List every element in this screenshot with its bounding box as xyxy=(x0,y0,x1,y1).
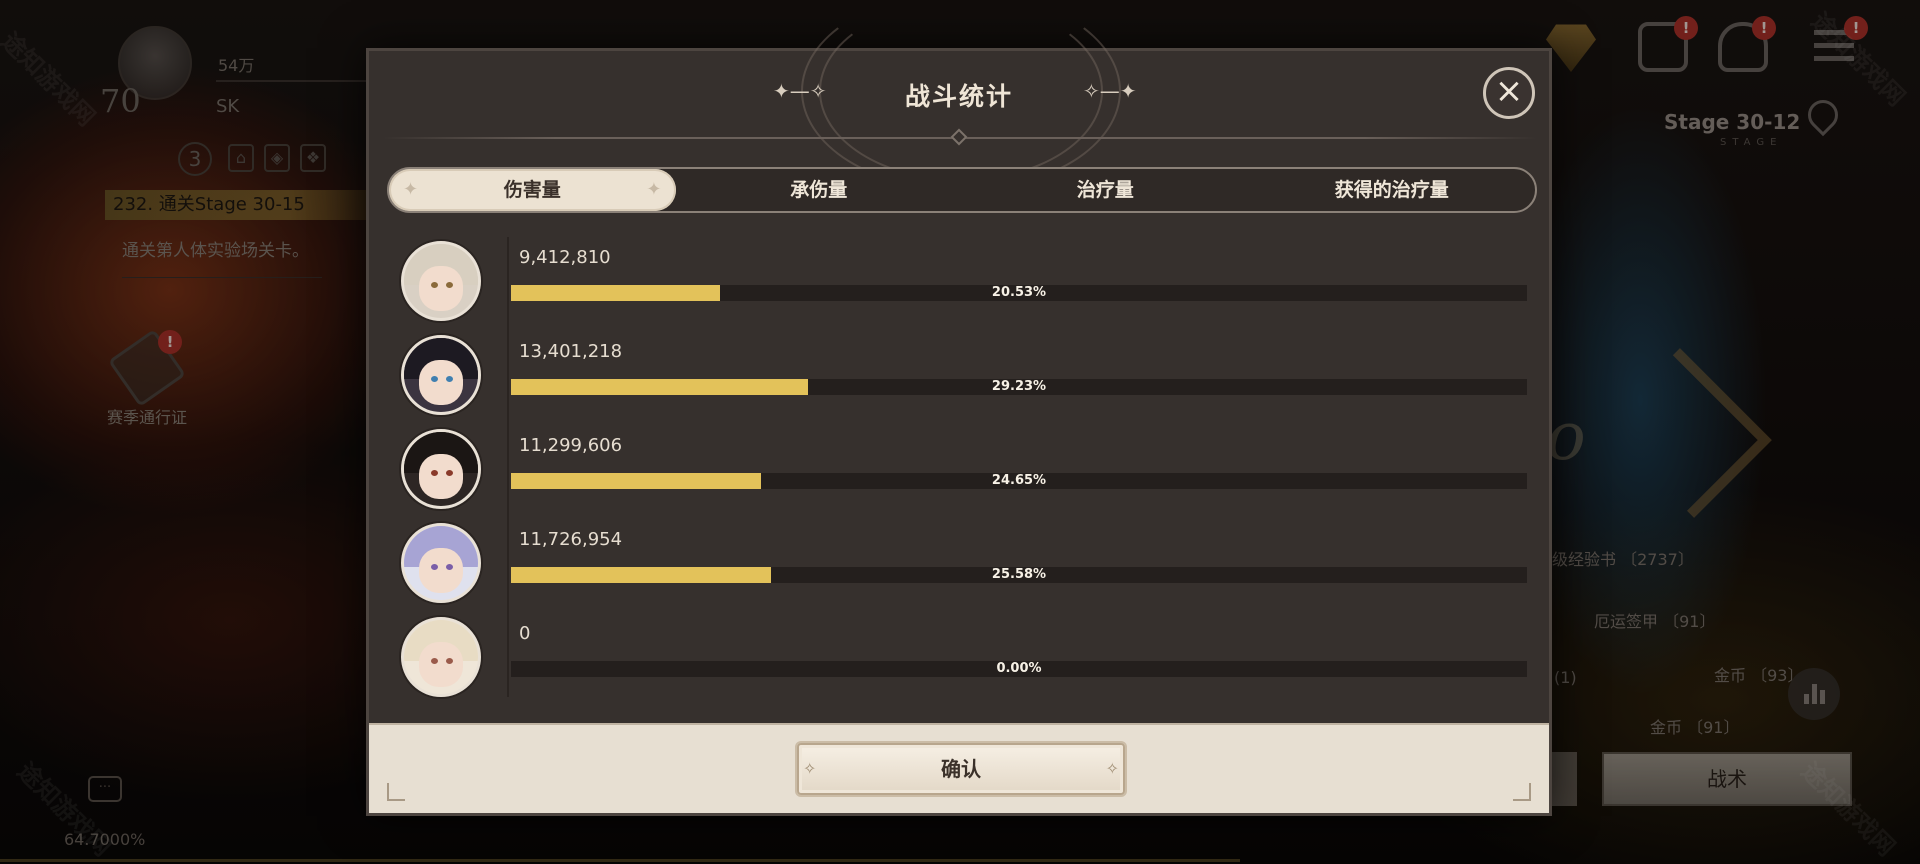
stat-value: 9,412,810 xyxy=(519,247,611,268)
stats-list: 9,412,810 20.53% 13,401,218 29.23% 11,29… xyxy=(401,237,1527,697)
stat-percent: 0.00% xyxy=(996,661,1042,676)
tab-label: 承伤量 xyxy=(790,179,848,201)
stat-percent: 20.53% xyxy=(991,285,1047,300)
dialog-title: 战斗统计 xyxy=(904,82,1013,111)
stat-tabs: ✦ 伤害量 ✦ 承伤量 治疗量 获得的治疗量 xyxy=(387,167,1537,213)
tab-label: 伤害量 xyxy=(503,179,561,201)
stat-row: 0 0.00% xyxy=(401,613,1527,707)
character-portrait[interactable] xyxy=(401,523,481,603)
close-icon: × xyxy=(1494,71,1524,111)
stat-value: 0 xyxy=(519,623,531,644)
stat-row: 11,299,606 24.65% xyxy=(401,425,1527,519)
stat-value: 11,299,606 xyxy=(519,435,623,456)
character-portrait[interactable] xyxy=(401,335,481,415)
stat-bar: 0.00% xyxy=(511,661,1527,677)
stat-row: 9,412,810 20.53% xyxy=(401,237,1527,331)
star-ornament-icon: ✦ xyxy=(646,179,662,200)
confirm-button[interactable]: ✧ 确认 ✧ xyxy=(797,743,1125,795)
tab-label: 治疗量 xyxy=(1076,179,1134,201)
ornament-icon: ✧ xyxy=(1105,759,1119,778)
stat-bar: 20.53% xyxy=(511,285,1527,301)
stat-row: 11,726,954 25.58% xyxy=(401,519,1527,613)
character-portrait[interactable] xyxy=(401,617,481,697)
stat-bar: 24.65% xyxy=(511,473,1527,489)
star-ornament-icon: ✦ xyxy=(403,179,419,200)
stat-value: 13,401,218 xyxy=(519,341,623,362)
character-portrait[interactable] xyxy=(401,429,481,509)
stat-bar: 25.58% xyxy=(511,567,1527,583)
battle-stats-dialog: ✦—✧ 战斗统计 ✧—✦ × ✦ 伤害量 ✦ 承伤量 治疗量 获得的治疗量 9,… xyxy=(366,0,1552,816)
tab-healing-done[interactable]: 治疗量 xyxy=(962,169,1249,211)
corner-ornament xyxy=(1513,783,1531,801)
dialog-footer: ✧ 确认 ✧ xyxy=(369,723,1549,813)
stat-value: 11,726,954 xyxy=(519,529,623,550)
tab-damage-taken[interactable]: 承伤量 xyxy=(676,169,963,211)
stat-row: 13,401,218 29.23% xyxy=(401,331,1527,425)
tab-damage-dealt[interactable]: ✦ 伤害量 ✦ xyxy=(389,169,676,211)
title-ornament-right: ✧—✦ xyxy=(1083,79,1137,103)
tab-label: 获得的治疗量 xyxy=(1334,179,1449,201)
ornament-icon: ✧ xyxy=(803,759,817,778)
confirm-label: 确认 xyxy=(941,757,981,781)
dialog-header: ✦—✧ 战斗统计 ✧—✦ × xyxy=(369,0,1549,191)
character-portrait[interactable] xyxy=(401,241,481,321)
close-button[interactable]: × xyxy=(1483,67,1535,119)
stat-bar: 29.23% xyxy=(511,379,1527,395)
corner-ornament xyxy=(387,783,405,801)
stat-percent: 25.58% xyxy=(991,567,1047,582)
tab-healing-received[interactable]: 获得的治疗量 xyxy=(1249,169,1536,211)
stat-percent: 24.65% xyxy=(991,473,1047,488)
stat-percent: 29.23% xyxy=(991,379,1047,394)
